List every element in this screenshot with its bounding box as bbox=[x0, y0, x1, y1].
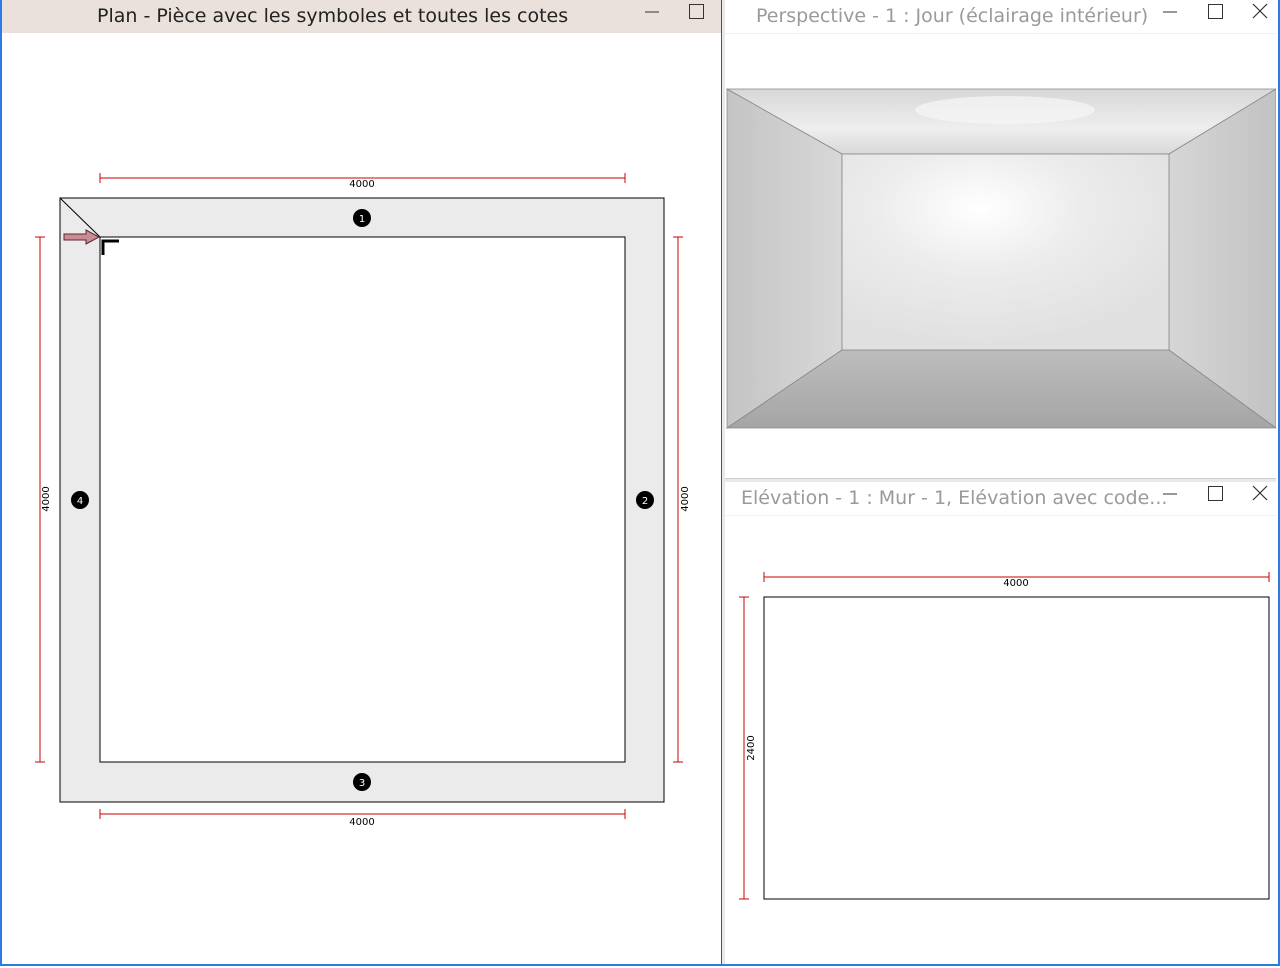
ceiling-light-glow bbox=[915, 96, 1095, 124]
close-icon bbox=[1252, 3, 1268, 19]
dimension-top[interactable]: 4000 bbox=[99, 173, 626, 190]
wall-marker-3-label: 3 bbox=[359, 778, 365, 789]
wall-marker-1[interactable]: 1 bbox=[353, 209, 371, 227]
minimize-icon bbox=[1163, 493, 1177, 495]
wall-marker-4[interactable]: 4 bbox=[71, 491, 89, 509]
close-icon bbox=[1252, 485, 1268, 501]
maximize-icon bbox=[689, 4, 704, 19]
maximize-icon bbox=[1208, 4, 1223, 19]
perspective-pane[interactable]: Perspective - 1 : Jour (éclairage intéri… bbox=[725, 0, 1276, 478]
plan-title: Plan - Pièce avec les symboles et toutes… bbox=[97, 5, 569, 27]
perspective-maximize-button[interactable] bbox=[1199, 0, 1231, 26]
plan-maximize-button[interactable] bbox=[680, 0, 712, 26]
wall-marker-1-label: 1 bbox=[359, 214, 365, 225]
back-wall-surface bbox=[841, 153, 1170, 351]
elevation-drawing[interactable]: 4000 2400 bbox=[725, 515, 1276, 964]
dimension-right[interactable]: 4000 bbox=[673, 236, 691, 763]
wall-marker-4-label: 4 bbox=[77, 496, 83, 507]
dimension-bottom[interactable]: 4000 bbox=[99, 809, 626, 828]
elevation-titlebar[interactable]: Elévation - 1 : Mur - 1, Elévation avec … bbox=[725, 482, 1276, 516]
elevation-dimension-height-label: 2400 bbox=[746, 735, 757, 760]
elevation-minimize-button[interactable] bbox=[1154, 482, 1186, 508]
perspective-canvas[interactable] bbox=[725, 33, 1276, 478]
perspective-titlebar[interactable]: Perspective - 1 : Jour (éclairage intéri… bbox=[725, 0, 1276, 34]
maximize-icon bbox=[1208, 486, 1223, 501]
dimension-left-label: 4000 bbox=[41, 486, 52, 511]
minimize-icon bbox=[645, 11, 659, 13]
wall-elevation-outline[interactable] bbox=[763, 596, 1270, 900]
elevation-dimension-height[interactable]: 2400 bbox=[739, 596, 757, 900]
perspective-minimize-button[interactable] bbox=[1154, 0, 1186, 26]
elevation-close-button[interactable] bbox=[1244, 482, 1276, 508]
perspective-close-button[interactable] bbox=[1244, 0, 1276, 26]
wall-marker-2[interactable]: 2 bbox=[636, 491, 654, 509]
dimension-bottom-label: 4000 bbox=[349, 817, 374, 828]
plan-titlebar[interactable]: Plan - Pièce avec les symboles et toutes… bbox=[2, 0, 721, 33]
plan-drawing[interactable]: 4000 4000 4000 4000 1 2 3 4 bbox=[2, 33, 721, 964]
elevation-pane[interactable]: Elévation - 1 : Mur - 1, Elévation avec … bbox=[725, 482, 1276, 964]
perspective-render[interactable] bbox=[725, 33, 1276, 478]
elevation-dimension-width-label: 4000 bbox=[1003, 578, 1028, 589]
elevation-title: Elévation - 1 : Mur - 1, Elévation avec … bbox=[741, 487, 1168, 509]
plan-pane[interactable]: Plan - Pièce avec les symboles et toutes… bbox=[2, 0, 721, 964]
room-interior[interactable] bbox=[99, 236, 626, 763]
wall-marker-2-label: 2 bbox=[642, 496, 648, 507]
elevation-dimension-width[interactable]: 4000 bbox=[763, 572, 1270, 589]
plan-minimize-button[interactable] bbox=[636, 0, 668, 26]
wall-marker-3[interactable]: 3 bbox=[353, 773, 371, 791]
elevation-canvas[interactable]: 4000 2400 bbox=[725, 515, 1276, 964]
plan-canvas[interactable]: 4000 4000 4000 4000 1 2 3 4 bbox=[2, 33, 721, 964]
dimension-top-label: 4000 bbox=[349, 179, 374, 190]
elevation-maximize-button[interactable] bbox=[1199, 482, 1231, 508]
dimension-left[interactable]: 4000 bbox=[35, 236, 52, 763]
perspective-title: Perspective - 1 : Jour (éclairage intéri… bbox=[756, 5, 1149, 27]
dimension-right-label: 4000 bbox=[680, 486, 691, 511]
minimize-icon bbox=[1163, 11, 1177, 13]
